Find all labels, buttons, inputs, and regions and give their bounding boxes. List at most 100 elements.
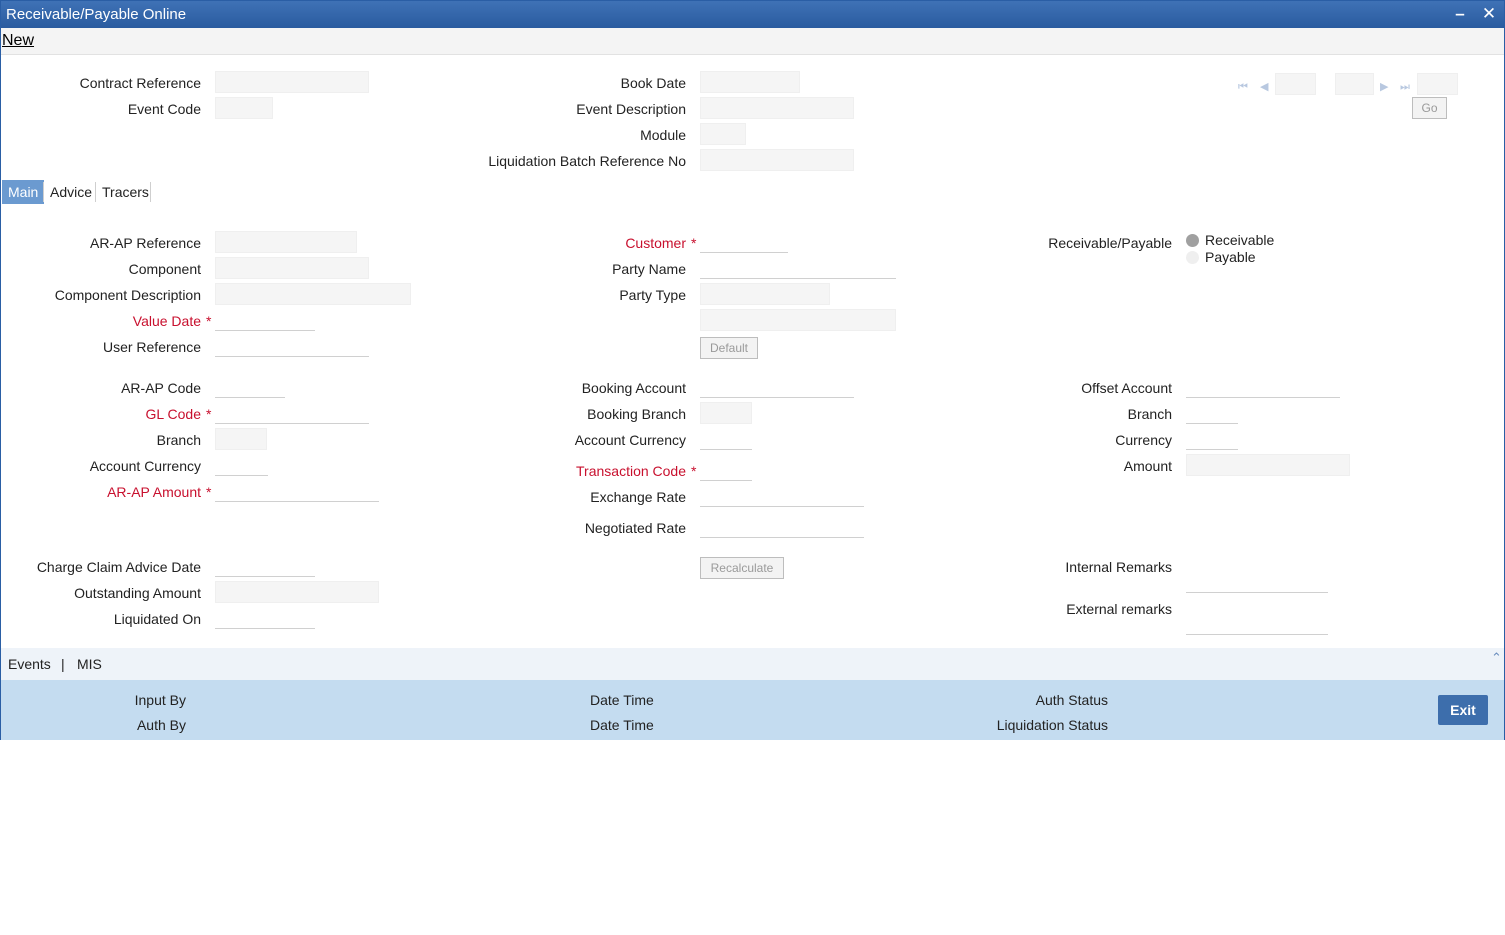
auth-date-time-label: Date Time: [590, 717, 654, 733]
contract-reference-label: Contract Reference: [79, 75, 201, 91]
next-record-icon[interactable]: ▶: [1380, 80, 1388, 94]
user-reference-label: User Reference: [102, 339, 201, 355]
customer-field[interactable]: [700, 231, 788, 253]
branch-field[interactable]: [215, 428, 267, 450]
gl-code-label: GL Code: [145, 406, 201, 422]
required-marker: *: [206, 313, 212, 329]
contract-reference-field[interactable]: [215, 71, 369, 93]
outstanding-amount-label: Outstanding Amount: [74, 585, 201, 601]
charge-claim-advice-date-field[interactable]: [215, 555, 315, 577]
offset-branch-label: Branch: [1127, 406, 1172, 422]
ar-ap-amount-label: AR-AP Amount: [107, 484, 201, 500]
offset-account-label: Offset Account: [1081, 380, 1172, 396]
default-button[interactable]: Default: [700, 337, 758, 359]
transaction-code-label: Transaction Code: [576, 463, 686, 479]
currency-label: Currency: [1115, 432, 1172, 448]
party-type-label: Party Type: [619, 287, 686, 303]
account-currency-field[interactable]: [215, 454, 268, 476]
module-field[interactable]: [700, 123, 746, 145]
party-name-field[interactable]: [700, 257, 896, 279]
booking-account-currency-field[interactable]: [700, 428, 752, 450]
receivable-radio-label: Receivable: [1205, 232, 1275, 248]
auth-status-label: Auth Status: [1035, 692, 1108, 708]
offset-branch-field[interactable]: [1186, 402, 1238, 424]
new-menu-item[interactable]: New: [2, 32, 34, 50]
tab-advice[interactable]: Advice: [44, 180, 98, 204]
title-bar: Receivable/Payable Online – ✕: [1, 1, 1504, 28]
component-label: Component: [128, 261, 201, 277]
internal-remarks-label: Internal Remarks: [1065, 559, 1172, 575]
payable-radio-label: Payable: [1205, 249, 1256, 265]
close-icon[interactable]: ✕: [1478, 3, 1500, 25]
ar-ap-amount-field[interactable]: [215, 480, 379, 502]
component-field[interactable]: [215, 257, 369, 279]
booking-branch-field[interactable]: [700, 402, 752, 424]
last-record-icon[interactable]: ⏭: [1400, 80, 1410, 94]
party-type-description-field[interactable]: [700, 309, 896, 331]
amount-label: Amount: [1123, 458, 1172, 474]
mis-link[interactable]: MIS: [77, 656, 102, 672]
input-by-label: Input By: [134, 692, 186, 708]
branch-label: Branch: [156, 432, 201, 448]
input-date-time-label: Date Time: [590, 692, 654, 708]
book-date-field[interactable]: [700, 71, 800, 93]
exit-button[interactable]: Exit: [1438, 695, 1488, 725]
receivable-radio[interactable]: [1186, 234, 1199, 247]
liquidation-status-label: Liquidation Status: [996, 717, 1108, 733]
booking-branch-label: Booking Branch: [587, 406, 686, 422]
ar-ap-reference-field[interactable]: [215, 231, 357, 253]
go-button[interactable]: Go: [1412, 97, 1447, 119]
ar-ap-reference-label: AR-AP Reference: [89, 235, 201, 251]
window-title: Receivable/Payable Online: [6, 6, 187, 23]
events-link[interactable]: Events: [8, 656, 51, 672]
first-record-icon[interactable]: ⏮: [1238, 80, 1248, 94]
component-description-field[interactable]: [215, 283, 411, 305]
required-marker: *: [691, 463, 697, 479]
liquidation-batch-reference-field[interactable]: [700, 149, 854, 171]
tab-main[interactable]: Main: [2, 180, 45, 204]
booking-account-currency-label: Account Currency: [574, 432, 686, 448]
ar-ap-code-field[interactable]: [215, 376, 285, 398]
payable-radio[interactable]: [1186, 251, 1199, 264]
user-reference-field[interactable]: [215, 335, 369, 357]
auth-by-label: Auth By: [136, 717, 186, 733]
charge-claim-advice-date-label: Charge Claim Advice Date: [36, 559, 201, 575]
external-remarks-field[interactable]: [1186, 613, 1328, 635]
goto-record-field[interactable]: [1417, 73, 1458, 95]
tab-tracers[interactable]: Tracers: [96, 180, 155, 204]
module-label: Module: [640, 127, 686, 143]
party-type-field[interactable]: [700, 283, 830, 305]
book-date-label: Book Date: [620, 75, 686, 91]
event-description-field[interactable]: [700, 97, 854, 119]
subsystem-bar: Events | MIS ⌃: [1, 648, 1504, 680]
value-date-field[interactable]: [215, 309, 315, 331]
previous-record-icon[interactable]: ◀: [1260, 80, 1268, 94]
total-records-field[interactable]: [1335, 73, 1374, 95]
liquidated-on-field[interactable]: [215, 607, 315, 629]
menu-bar: New: [1, 28, 1504, 55]
required-marker: *: [691, 235, 697, 251]
value-date-label: Value Date: [132, 313, 201, 329]
external-remarks-label: External remarks: [1066, 601, 1172, 617]
scroll-up-icon[interactable]: ⌃: [1491, 650, 1502, 666]
required-marker: *: [206, 484, 212, 500]
transaction-code-field[interactable]: [700, 459, 752, 481]
party-name-label: Party Name: [612, 261, 686, 277]
gl-code-field[interactable]: [215, 402, 369, 424]
recalculate-button[interactable]: Recalculate: [700, 557, 784, 579]
exchange-rate-field[interactable]: [700, 485, 864, 507]
minimize-icon[interactable]: –: [1449, 3, 1471, 25]
event-code-field[interactable]: [215, 97, 273, 119]
negotiated-rate-field[interactable]: [700, 516, 864, 538]
negotiated-rate-label: Negotiated Rate: [584, 520, 686, 536]
currency-field[interactable]: [1186, 428, 1238, 450]
offset-account-field[interactable]: [1186, 376, 1340, 398]
amount-field[interactable]: [1186, 454, 1350, 476]
required-marker: *: [206, 406, 212, 422]
outstanding-amount-field[interactable]: [215, 581, 379, 603]
booking-account-field[interactable]: [700, 376, 854, 398]
receivable-payable-window: Receivable/Payable Online – ✕ New Contra…: [0, 0, 1505, 740]
current-record-field[interactable]: [1275, 73, 1316, 95]
internal-remarks-field[interactable]: [1186, 571, 1328, 593]
exchange-rate-label: Exchange Rate: [590, 489, 686, 505]
